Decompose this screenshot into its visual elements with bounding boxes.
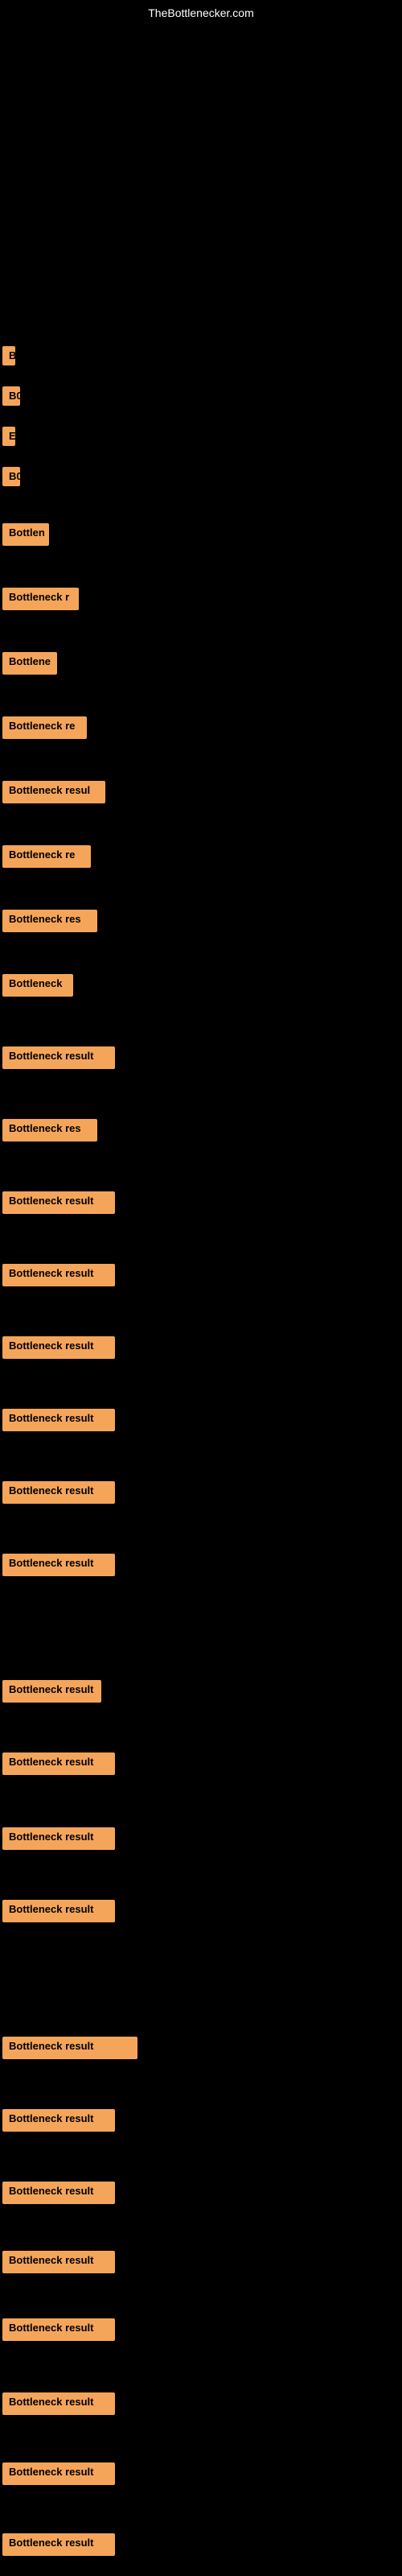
bottleneck-result-label: Bottleneck result xyxy=(2,2182,115,2204)
bottleneck-result-label: Bottleneck result xyxy=(2,2109,115,2132)
bottleneck-result-label: Bottlen xyxy=(2,523,49,546)
bottleneck-result-label: B0 xyxy=(2,467,20,486)
bottleneck-result-label: Bottleneck result xyxy=(2,1752,115,1775)
bottleneck-result-label: Bottleneck xyxy=(2,974,73,997)
bottleneck-result-label: Bottleneck result xyxy=(2,1827,115,1850)
bottleneck-result-label: Bottleneck result xyxy=(2,1336,115,1359)
bottleneck-result-label: Bottleneck result xyxy=(2,1680,101,1703)
bottleneck-result-label: Bottleneck r xyxy=(2,588,79,610)
bottleneck-result-label: B0 xyxy=(2,386,20,406)
bottleneck-result-label: Bottleneck result xyxy=(2,1900,115,1922)
bottleneck-result-label: Bottleneck result xyxy=(2,1191,115,1214)
bottleneck-result-label: Bottlene xyxy=(2,652,57,675)
bottleneck-result-label: Bottleneck re xyxy=(2,845,91,868)
bottleneck-result-label: Bottleneck result xyxy=(2,1481,115,1504)
bottleneck-result-label: Bottleneck result xyxy=(2,2037,137,2059)
bottleneck-result-label: Bottleneck result xyxy=(2,1264,115,1286)
bottleneck-result-label: Bottleneck result xyxy=(2,2318,115,2341)
bottleneck-result-label: Bottleneck result xyxy=(2,1409,115,1431)
bottleneck-result-label: Bottleneck result xyxy=(2,2392,115,2415)
bottleneck-result-label: Bottleneck result xyxy=(2,2533,115,2556)
bottleneck-result-label: E xyxy=(2,427,15,446)
bottleneck-result-label: Bottleneck result xyxy=(2,1554,115,1576)
bottleneck-result-label: Bottleneck result xyxy=(2,2462,115,2485)
bottleneck-result-label: B xyxy=(2,346,15,365)
bottleneck-result-label: Bottleneck resul xyxy=(2,781,105,803)
bottleneck-result-label: Bottleneck res xyxy=(2,910,97,932)
bottleneck-result-label: Bottleneck re xyxy=(2,716,87,739)
site-title: TheBottlenecker.com xyxy=(148,6,254,19)
bottleneck-result-label: Bottleneck result xyxy=(2,2251,115,2273)
bottleneck-result-label: Bottleneck res xyxy=(2,1119,97,1141)
bottleneck-result-label: Bottleneck result xyxy=(2,1046,115,1069)
